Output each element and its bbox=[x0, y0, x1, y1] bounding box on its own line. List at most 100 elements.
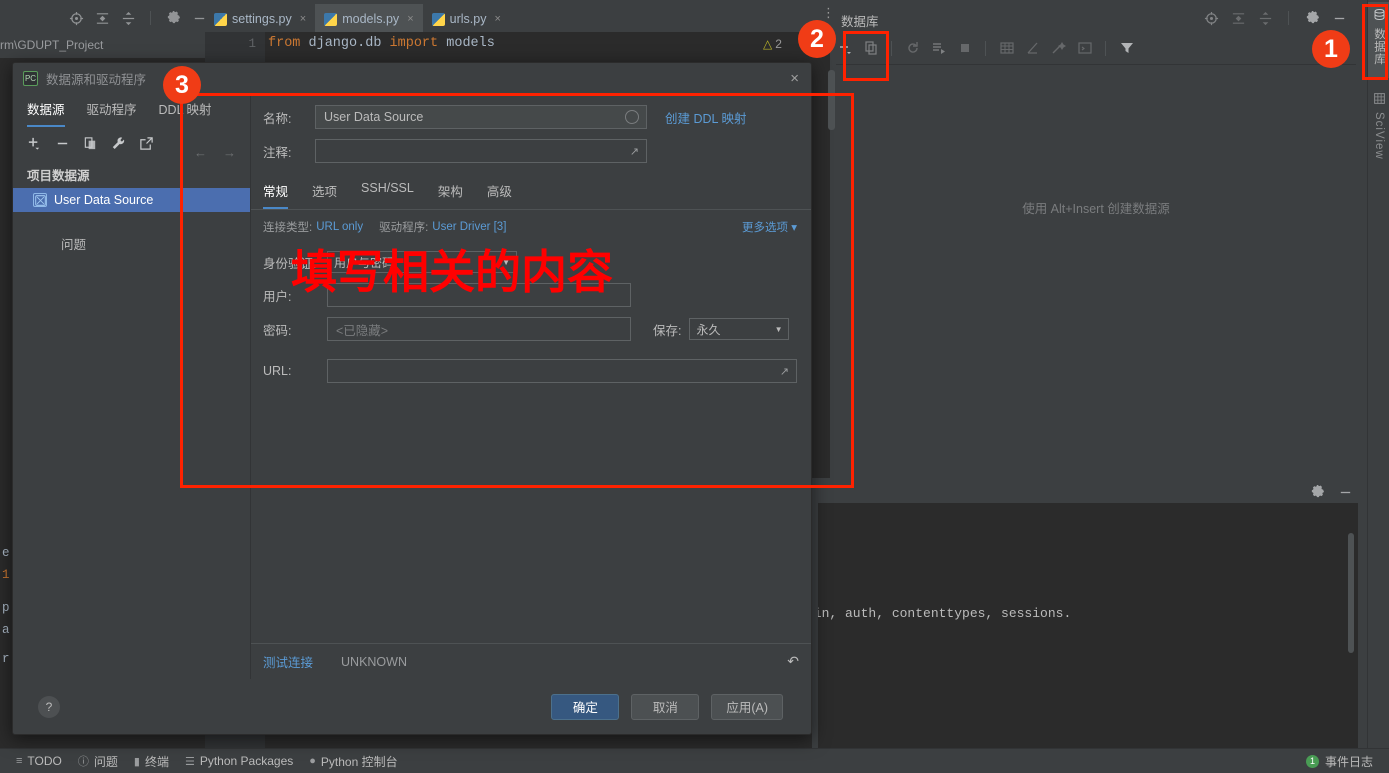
locate-icon[interactable] bbox=[68, 10, 84, 26]
revert-icon[interactable]: ↶ bbox=[787, 653, 799, 670]
status-item-terminal[interactable]: ▮ 终端 bbox=[134, 753, 169, 770]
project-path-text: rm\GDUPT_Project bbox=[0, 38, 104, 52]
ok-button[interactable]: 确定 bbox=[551, 693, 620, 720]
python-file-icon bbox=[214, 12, 227, 26]
toolbar-divider bbox=[1105, 40, 1106, 56]
annotation-badge-3: 3 bbox=[163, 66, 201, 104]
console-header-icons bbox=[1309, 484, 1353, 500]
toolbar-divider bbox=[150, 11, 151, 25]
pycharm-logo-icon: PC bbox=[23, 70, 38, 86]
line-number: 1 bbox=[248, 37, 256, 51]
locate-icon[interactable] bbox=[1203, 10, 1219, 26]
help-button[interactable]: ? bbox=[38, 695, 60, 718]
settings-gear-icon[interactable] bbox=[165, 10, 181, 26]
status-bar: ≡ TODO ⓘ 问题 ▮ 终端 ☰ Python Packages ● Pyt… bbox=[0, 748, 1389, 773]
editor-warning-indicator[interactable]: △ 2 bbox=[763, 37, 782, 51]
test-connection-link[interactable]: 测试连接 bbox=[263, 652, 313, 671]
jump-to-icon bbox=[1050, 40, 1067, 57]
collapse-all-icon[interactable] bbox=[94, 10, 110, 26]
database-empty-hint: 使用 Alt+Insert 创建数据源 bbox=[1022, 202, 1170, 216]
close-icon[interactable]: × bbox=[790, 70, 799, 87]
settings-gear-icon[interactable] bbox=[1309, 484, 1325, 500]
vertical-tab-sciview[interactable]: SciView bbox=[1368, 86, 1389, 168]
annotation-box-1 bbox=[1362, 4, 1388, 80]
tab-drivers[interactable]: 驱动程序 bbox=[87, 99, 137, 127]
todo-icon: ≡ bbox=[16, 755, 23, 767]
python-file-icon bbox=[431, 12, 445, 26]
refresh-icon bbox=[904, 40, 921, 57]
wrench-icon[interactable] bbox=[111, 136, 126, 151]
code-fragment: e bbox=[2, 546, 10, 560]
status-item-label: 问题 bbox=[93, 754, 118, 769]
database-toolbar bbox=[836, 36, 1359, 60]
packages-icon: ☰ bbox=[184, 755, 195, 768]
tab-data-sources[interactable]: 数据源 bbox=[27, 99, 65, 127]
status-event-log[interactable]: 1 事件日志 bbox=[1305, 753, 1373, 770]
code-line-1: from django.db import models bbox=[268, 36, 495, 51]
annotation-note: 填写相关的内容 bbox=[291, 245, 613, 299]
filter-icon[interactable] bbox=[1118, 40, 1135, 57]
code-fragment: p bbox=[2, 601, 10, 615]
stop-icon bbox=[956, 40, 973, 57]
tab-models-py[interactable]: models.py × bbox=[315, 4, 423, 32]
tree-item-label: User Data Source bbox=[54, 193, 154, 207]
dialog-footer: ? 确定 取消 应用(A) bbox=[13, 679, 811, 734]
code-module: django.db bbox=[300, 36, 390, 51]
close-icon[interactable]: × bbox=[300, 13, 306, 25]
right-tool-window-bar: 数据库 SciView bbox=[1367, 0, 1389, 748]
tab-label: settings.py bbox=[232, 12, 292, 26]
database-panel-title-icons bbox=[1203, 10, 1347, 26]
toolbar-divider bbox=[985, 40, 986, 56]
diagram-icon bbox=[1024, 40, 1041, 57]
expand-all-icon[interactable] bbox=[120, 10, 136, 26]
apply-button[interactable]: 应用(A) bbox=[711, 693, 783, 720]
vertical-tab-label: SciView bbox=[1373, 112, 1385, 160]
minimize-icon[interactable] bbox=[1337, 484, 1353, 500]
annotation-badge-1: 1 bbox=[1312, 30, 1350, 68]
status-item-python-console[interactable]: ● Python 控制台 bbox=[309, 753, 397, 770]
status-item-label: 终端 bbox=[144, 754, 169, 769]
event-log-count-badge: 1 bbox=[1305, 754, 1319, 768]
console-scrollbar[interactable] bbox=[1348, 533, 1354, 653]
add-icon[interactable] bbox=[27, 136, 42, 151]
status-item-label: Python Packages bbox=[199, 754, 294, 768]
event-log-label: 事件日志 bbox=[1324, 754, 1373, 769]
remove-icon[interactable] bbox=[55, 136, 70, 151]
screen-root: settings.py × models.py × urls.py × rm\G… bbox=[0, 0, 1389, 773]
project-path-label: rm\GDUPT_Project bbox=[0, 32, 205, 58]
connection-state-label: UNKNOWN bbox=[341, 654, 407, 669]
grid-icon bbox=[1373, 92, 1386, 108]
status-item-todo[interactable]: ≡ TODO bbox=[16, 754, 62, 768]
tab-label: models.py bbox=[342, 12, 400, 26]
database-panel-title: 数据库 bbox=[841, 15, 879, 29]
database-panel-body[interactable]: 使用 Alt+Insert 创建数据源 bbox=[836, 64, 1356, 474]
minimize-icon[interactable] bbox=[1331, 10, 1347, 26]
warning-count: 2 bbox=[775, 37, 782, 51]
console-output-line: min, auth, contenttypes, sessions. bbox=[818, 606, 1072, 621]
close-icon[interactable]: × bbox=[494, 13, 500, 25]
expand-all-icon[interactable] bbox=[1257, 10, 1273, 26]
status-item-problems[interactable]: ⓘ 问题 bbox=[78, 753, 118, 770]
tab-settings-py[interactable]: settings.py × bbox=[205, 4, 315, 32]
dialog-titlebar: PC 数据源和驱动程序 bbox=[13, 63, 811, 93]
terminal-icon: ▮ bbox=[133, 755, 140, 768]
console-output[interactable]: min, auth, contenttypes, sessions. bbox=[818, 503, 1358, 748]
datasource-icon bbox=[33, 193, 47, 207]
tab-urls-py[interactable]: urls.py × bbox=[423, 4, 510, 32]
collapse-all-icon[interactable] bbox=[1230, 10, 1246, 26]
editor-tabstrip: settings.py × models.py × urls.py × bbox=[205, 4, 510, 32]
cancel-button[interactable]: 取消 bbox=[631, 693, 700, 720]
run-sql-icon bbox=[930, 40, 947, 57]
code-fragment: r bbox=[2, 652, 10, 666]
toolbar-divider bbox=[891, 40, 892, 56]
status-item-python-packages[interactable]: ☰ Python Packages bbox=[185, 754, 293, 768]
dialog-status-bar: 测试连接 UNKNOWN ↶ bbox=[251, 643, 811, 679]
export-icon[interactable] bbox=[139, 136, 154, 151]
code-symbol: models bbox=[438, 36, 495, 51]
copy-icon[interactable] bbox=[83, 136, 98, 151]
status-item-label: TODO bbox=[27, 754, 62, 768]
close-icon[interactable]: × bbox=[407, 13, 413, 25]
dialog-action-buttons: 确定 取消 应用(A) bbox=[551, 693, 783, 720]
python-console-icon: ● bbox=[309, 755, 316, 767]
settings-gear-icon[interactable] bbox=[1304, 10, 1320, 26]
